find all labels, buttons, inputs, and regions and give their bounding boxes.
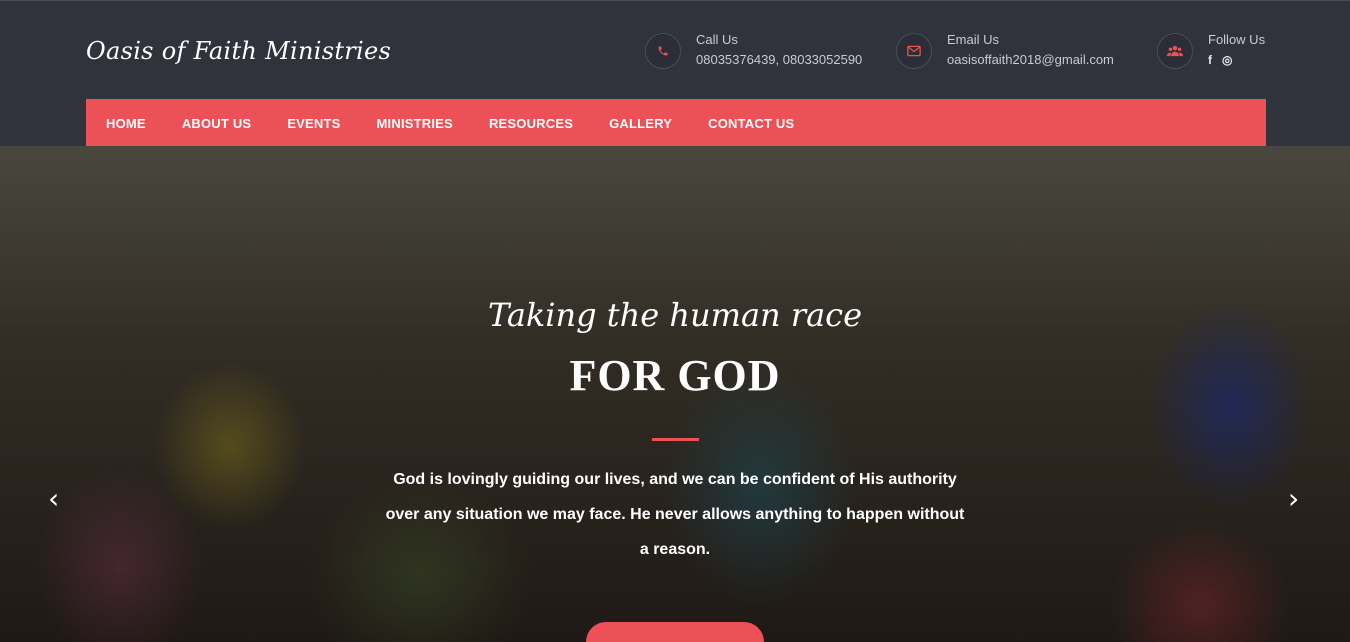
hero-slider: Taking the human race FOR GOD God is lov…: [0, 146, 1350, 642]
hero-description: God is lovingly guiding our lives, and w…: [385, 471, 965, 558]
follow-label: Follow Us: [1208, 32, 1266, 47]
hero-tagline: Taking the human race: [487, 296, 863, 334]
hero-content: Taking the human race FOR GOD God is lov…: [0, 146, 1350, 642]
social-links: f ◎: [1208, 53, 1265, 67]
phone-icon: [645, 33, 681, 69]
users-icon: [1157, 33, 1193, 69]
instagram-icon[interactable]: ◎: [1222, 53, 1232, 67]
nav-events[interactable]: EVENTS: [287, 116, 340, 131]
hero-divider: [652, 438, 699, 441]
hero-cta-button[interactable]: [586, 622, 764, 642]
call-numbers[interactable]: 08035376439, 08033052590: [696, 49, 862, 71]
contact-call: Call Us 08035376439, 08033052590: [645, 31, 862, 71]
slider-prev-icon[interactable]: ‹: [48, 482, 59, 515]
site-logo[interactable]: Oasis of Faith Ministries: [86, 37, 391, 65]
contact-email: Email Us oasisoffaith2018@gmail.com: [896, 31, 1114, 71]
nav-about-us[interactable]: ABOUT US: [182, 116, 252, 131]
nav-resources[interactable]: RESOURCES: [489, 116, 573, 131]
contact-follow: Follow Us f ◎: [1157, 31, 1265, 69]
facebook-icon[interactable]: f: [1208, 53, 1212, 67]
site-header: Oasis of Faith Ministries Call Us 080353…: [0, 0, 1350, 147]
nav-gallery[interactable]: GALLERY: [609, 116, 672, 131]
call-label: Call Us: [696, 32, 738, 47]
email-address[interactable]: oasisoffaith2018@gmail.com: [947, 49, 1114, 71]
nav-home[interactable]: HOME: [106, 116, 146, 131]
nav-ministries[interactable]: MINISTRIES: [377, 116, 453, 131]
nav-contact-us[interactable]: CONTACT US: [708, 116, 794, 131]
slider-next-icon[interactable]: ›: [1288, 482, 1299, 515]
hero-headline: FOR GOD: [569, 351, 781, 400]
email-label: Email Us: [947, 32, 1000, 47]
main-nav: HOME ABOUT US EVENTS MINISTRIES RESOURCE…: [86, 99, 1266, 147]
envelope-icon: [896, 33, 932, 69]
